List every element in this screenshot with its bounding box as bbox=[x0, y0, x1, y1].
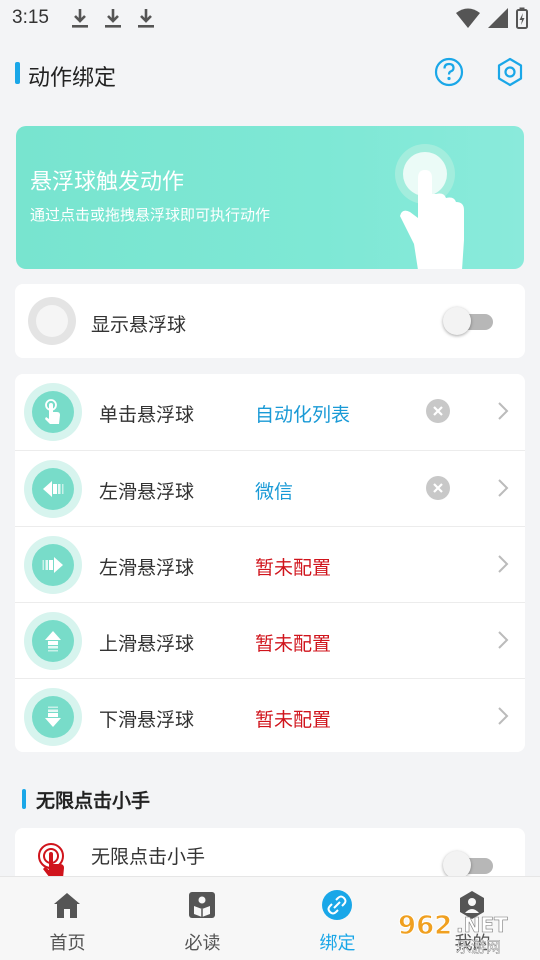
clear-icon[interactable] bbox=[426, 399, 450, 423]
action-value: 暂未配置 bbox=[255, 558, 332, 579]
section-accent-bar bbox=[22, 789, 26, 809]
toggle-knob bbox=[443, 307, 471, 335]
action-value: 暂未配置 bbox=[255, 634, 332, 655]
settings-icon[interactable] bbox=[494, 56, 526, 88]
svg-text:.NET: .NET bbox=[456, 913, 508, 937]
auto-clicker-label: 无限点击小手 bbox=[91, 847, 206, 868]
nav-must-read[interactable]: 必读 bbox=[135, 877, 270, 960]
signal-icon bbox=[488, 8, 508, 28]
nav-label: 首页 bbox=[49, 933, 86, 953]
action-binding-list: 单击悬浮球 自动化列表 左滑悬浮球 微信 左滑悬浮球 暂未配置 上滑悬浮球 暂未… bbox=[15, 374, 525, 752]
title-accent-bar bbox=[15, 62, 20, 84]
section-title: 无限点击小手 bbox=[36, 791, 151, 812]
action-row-swipe-right[interactable]: 左滑悬浮球 暂未配置 bbox=[15, 526, 525, 602]
download-icon bbox=[137, 9, 154, 28]
status-time: 3:15 bbox=[12, 7, 49, 28]
svg-text:962: 962 bbox=[398, 911, 452, 941]
nav-binding[interactable]: 绑定 bbox=[270, 877, 405, 960]
action-value: 自动化列表 bbox=[255, 405, 351, 426]
swipe-up-icon bbox=[24, 612, 82, 670]
action-row-swipe-down[interactable]: 下滑悬浮球 暂未配置 bbox=[15, 678, 525, 754]
chevron-right-icon bbox=[498, 631, 509, 649]
show-float-ball-row[interactable]: 显示悬浮球 bbox=[15, 284, 525, 358]
page-title: 动作绑定 bbox=[28, 65, 117, 90]
tap-ball-illustration-icon bbox=[395, 144, 464, 269]
show-float-ball-label: 显示悬浮球 bbox=[91, 315, 187, 336]
float-ball-banner: 悬浮球触发动作 通过点击或拖拽悬浮球即可执行动作 bbox=[16, 126, 524, 269]
action-label: 下滑悬浮球 bbox=[99, 710, 195, 731]
download-icon bbox=[104, 9, 121, 28]
action-row-tap[interactable]: 单击悬浮球 自动化列表 bbox=[15, 374, 525, 450]
action-row-swipe-up[interactable]: 上滑悬浮球 暂未配置 bbox=[15, 602, 525, 678]
action-value: 暂未配置 bbox=[255, 710, 332, 731]
float-ball-preview-icon bbox=[28, 297, 76, 345]
action-label: 单击悬浮球 bbox=[99, 405, 195, 426]
swipe-right-icon bbox=[24, 536, 82, 594]
page-header: 动作绑定 bbox=[0, 48, 540, 100]
action-label: 左滑悬浮球 bbox=[99, 482, 195, 503]
action-row-swipe-left[interactable]: 左滑悬浮球 微信 bbox=[15, 450, 525, 526]
swipe-left-icon bbox=[24, 460, 82, 518]
toggle-knob bbox=[443, 851, 471, 879]
chevron-right-icon bbox=[498, 402, 509, 420]
home-icon bbox=[54, 893, 80, 918]
help-icon[interactable] bbox=[433, 56, 465, 88]
action-label: 上滑悬浮球 bbox=[99, 634, 195, 655]
action-label: 左滑悬浮球 bbox=[99, 558, 195, 579]
clear-icon[interactable] bbox=[426, 476, 450, 500]
chevron-right-icon bbox=[498, 707, 509, 725]
nav-label: 绑定 bbox=[319, 933, 356, 953]
tap-hand-icon bbox=[24, 383, 82, 441]
site-watermark-logo: 962 .NET 乐游网 bbox=[398, 911, 509, 957]
banner-title: 悬浮球触发动作 bbox=[30, 169, 185, 194]
status-bar: 3:15 bbox=[0, 0, 540, 36]
nav-label: 必读 bbox=[184, 933, 221, 953]
swipe-down-icon bbox=[24, 688, 82, 746]
action-value: 微信 bbox=[255, 482, 294, 503]
show-float-ball-toggle[interactable] bbox=[443, 306, 495, 336]
book-icon bbox=[189, 892, 215, 918]
nav-home[interactable]: 首页 bbox=[0, 877, 135, 960]
svg-text:乐游网: 乐游网 bbox=[456, 938, 501, 956]
link-icon bbox=[322, 890, 352, 920]
wifi-icon bbox=[456, 8, 480, 28]
chevron-right-icon bbox=[498, 555, 509, 573]
banner-subtitle: 通过点击或拖拽悬浮球即可执行动作 bbox=[30, 207, 271, 224]
battery-icon bbox=[516, 7, 528, 29]
download-icon bbox=[71, 9, 88, 28]
chevron-right-icon bbox=[498, 479, 509, 497]
